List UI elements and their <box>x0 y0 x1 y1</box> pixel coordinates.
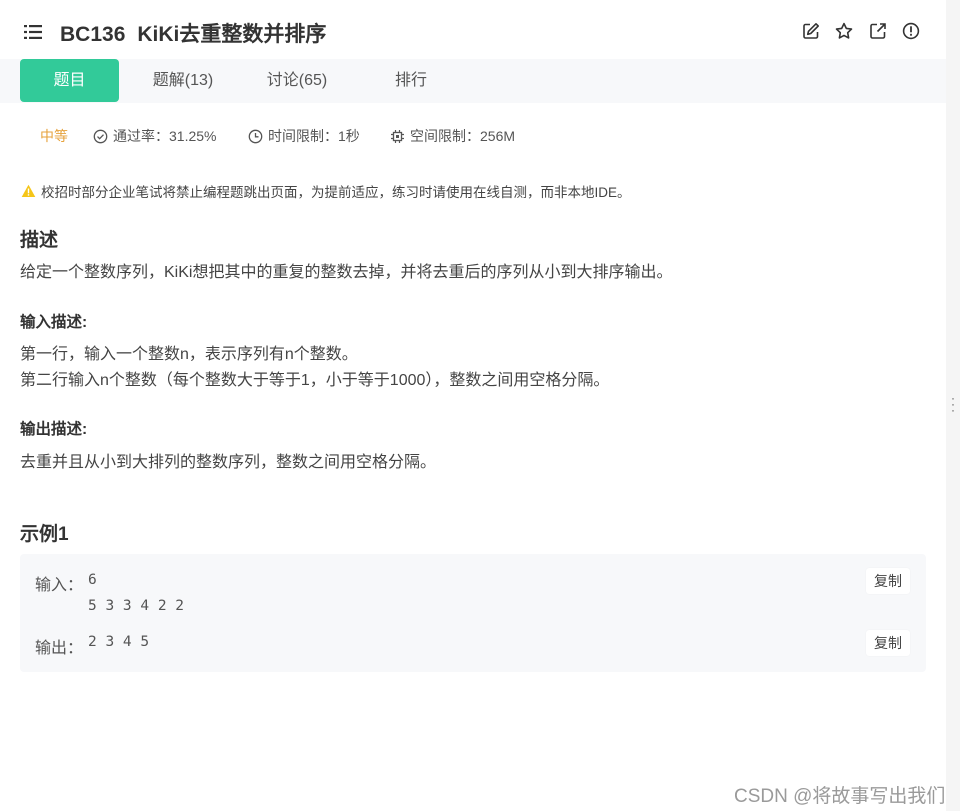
watermark: CSDN @将故事写出我们 <box>734 786 946 807</box>
output-desc-heading: 输出描述: <box>20 421 88 438</box>
output-desc-text: 去重并且从小到大排列的整数序列，整数之间用空格分隔。 <box>20 454 437 471</box>
description-text: 给定一个整数序列，KiKi想把其中的重复的整数去掉，并将去重后的序列从小到大排序… <box>20 264 673 281</box>
tab-problem[interactable]: 题目 <box>20 59 119 102</box>
notice-text: 校招时部分企业笔试将禁止编程题跳出页面，为提前适应，练习时请使用在线自测，而非本… <box>41 185 631 200</box>
problem-title: KiKi去重整数并排序 <box>137 23 327 46</box>
alert-circle-icon[interactable] <box>902 22 920 40</box>
memory-limit-text: 空间限制：256M <box>410 128 516 144</box>
input-desc-line2: 第二行输入n个整数（每个整数大于等于1，小于等于1000），整数之间用空格分隔。 <box>20 372 610 389</box>
example-input-line2: 5 3 3 4 2 2 <box>88 598 185 614</box>
pass-rate: 通过率：31.25% <box>93 126 216 146</box>
more-options-icon[interactable]: · · · <box>947 392 959 416</box>
difficulty-badge: 中等 <box>40 128 68 144</box>
tab-ranking[interactable]: 排行 <box>376 59 446 102</box>
star-icon[interactable] <box>835 22 853 40</box>
problem-page: BC136 KiKi去重整数并排序 题目 题解(13) 讨论(65) 排行 中等 <box>0 0 946 811</box>
time-limit-text: 时间限制：1秒 <box>268 128 360 144</box>
input-desc-line1: 第一行，输入一个整数n，表示序列有n个整数。 <box>20 346 358 363</box>
list-icon[interactable] <box>24 24 42 40</box>
example-input-line1: 6 <box>88 572 97 588</box>
check-circle-icon <box>93 129 108 143</box>
copy-input-button[interactable]: 复制 <box>866 568 910 594</box>
example-input-label: 输入： <box>35 577 84 594</box>
warning-icon <box>21 184 36 197</box>
example-output-label: 输出： <box>35 640 84 657</box>
tab-bar: 题目 题解(13) 讨论(65) 排行 <box>0 59 946 103</box>
problem-code: BC136 <box>60 23 126 46</box>
clock-icon <box>248 129 263 143</box>
copy-output-button[interactable]: 复制 <box>866 630 910 656</box>
memory-limit: 空间限制：256M <box>390 126 515 146</box>
time-limit: 时间限制：1秒 <box>248 126 360 146</box>
example-heading: 示例1 <box>20 524 69 545</box>
chip-icon <box>391 129 404 143</box>
description-heading: 描述 <box>20 230 59 251</box>
tab-discussion[interactable]: 讨论(65) <box>252 59 342 102</box>
problem-header: BC136 KiKi去重整数并排序 <box>0 0 946 60</box>
page-title: BC136 KiKi去重整数并排序 <box>60 18 326 48</box>
tab-solutions[interactable]: 题解(13) <box>138 59 228 102</box>
edit-icon[interactable] <box>802 22 820 40</box>
external-link-icon[interactable] <box>869 22 887 40</box>
example-output-value: 2 3 4 5 <box>88 634 150 650</box>
exam-notice: 校招时部分企业笔试将禁止编程题跳出页面，为提前适应，练习时请使用在线自测，而非本… <box>21 181 631 201</box>
input-desc-heading: 输入描述: <box>20 314 88 331</box>
pass-rate-text: 通过率：31.25% <box>113 128 217 144</box>
example-box: 输入： 6 5 3 3 4 2 2 复制 输出： 2 3 4 5 复制 <box>20 554 926 672</box>
